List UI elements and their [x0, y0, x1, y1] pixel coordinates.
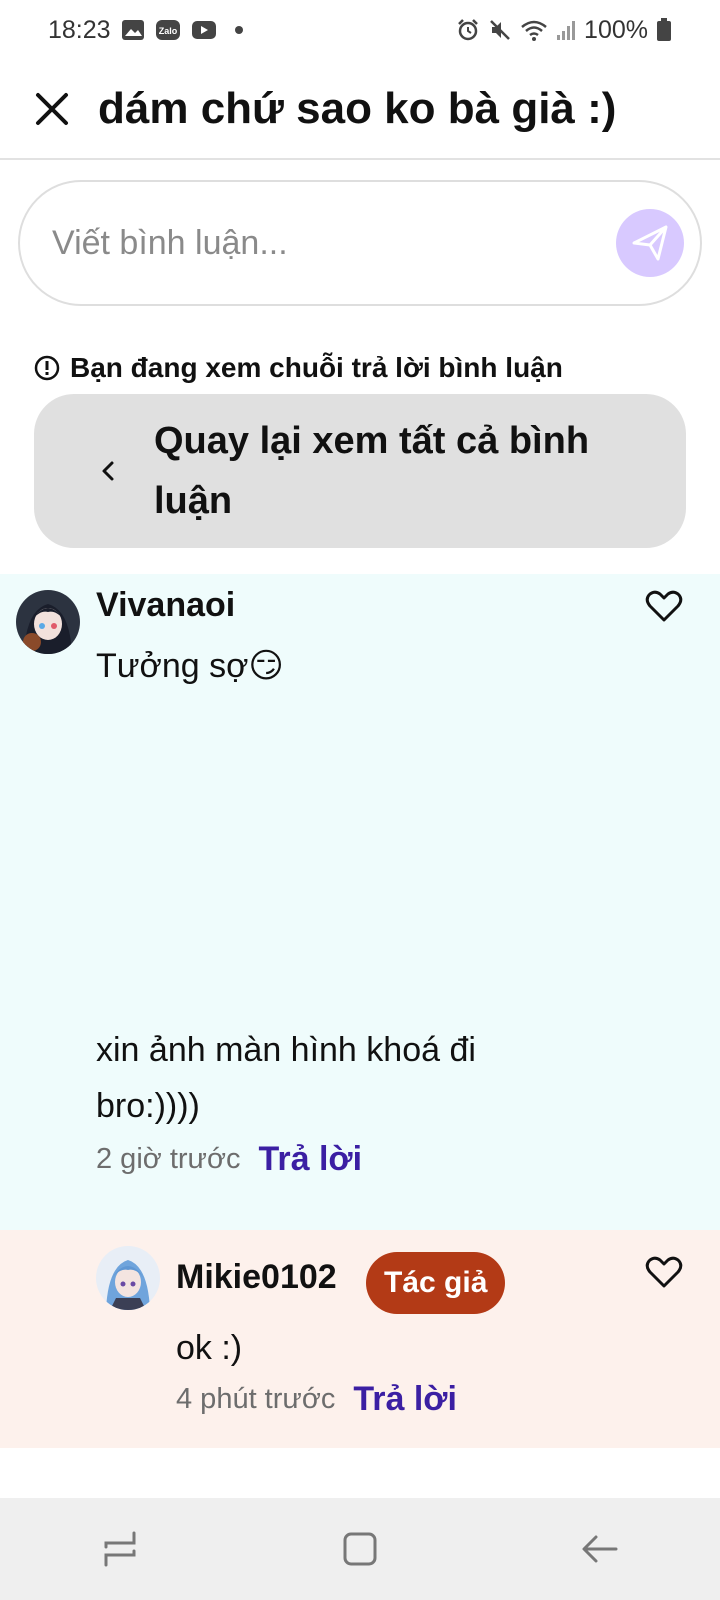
battery-icon	[656, 18, 672, 42]
comment-meta: 2 giờ trước Trả lời	[96, 1140, 362, 1179]
heart-icon	[645, 590, 683, 622]
status-right: 100%	[456, 16, 672, 45]
wifi-icon	[520, 18, 548, 42]
comment-composer	[18, 180, 702, 306]
alarm-icon	[456, 18, 480, 42]
comment-text-line2: xin ảnh màn hình khoá đi bro:))))	[96, 1031, 476, 1125]
reply-link[interactable]: Trả lời	[353, 1380, 457, 1419]
thread-notice: Bạn đang xem chuỗi trả lời bình luận	[34, 352, 563, 384]
status-time: 18:23	[48, 15, 111, 44]
status-left: 18:23 Zalo	[48, 16, 243, 45]
signal-icon	[556, 19, 576, 41]
gallery-icon	[121, 19, 145, 41]
recents-icon	[104, 1531, 136, 1567]
like-button[interactable]	[644, 1252, 684, 1292]
reply-text: ok :)	[176, 1329, 243, 1367]
zalo-icon: Zalo	[155, 19, 181, 41]
reply-link[interactable]: Trả lời	[258, 1140, 362, 1179]
svg-text:Zalo: Zalo	[158, 26, 177, 36]
chevron-left-icon	[100, 459, 140, 483]
reply-username[interactable]: Mikie0102	[176, 1258, 337, 1297]
thread-notice-text: Bạn đang xem chuỗi trả lời bình luận	[70, 352, 563, 383]
comment-timestamp: 2 giờ trước	[96, 1143, 241, 1175]
heart-icon	[645, 1256, 683, 1288]
reply-meta: 4 phút trước Trả lời	[176, 1380, 457, 1419]
status-bar: 18:23 Zalo 100%	[0, 0, 720, 60]
comment-username[interactable]: Vivanaoi	[96, 586, 235, 625]
close-icon	[36, 93, 68, 125]
comment-text-line1: Tưởng sợ😏	[96, 647, 284, 685]
send-icon	[632, 225, 668, 261]
back-button[interactable]	[560, 1509, 640, 1589]
reply-timestamp: 4 phút trước	[176, 1383, 336, 1415]
back-arrow-icon	[582, 1535, 618, 1563]
header: dám chứ sao ko bà già :)	[0, 60, 720, 160]
home-button[interactable]	[320, 1509, 400, 1589]
avatar[interactable]	[96, 1246, 160, 1310]
reply-item: Mikie0102 Tác giả ok :) 4 phút trước Trả…	[0, 1230, 720, 1448]
author-badge: Tác giả	[366, 1252, 506, 1314]
home-icon	[343, 1532, 377, 1566]
send-button[interactable]	[616, 209, 684, 277]
comment-input[interactable]	[52, 223, 616, 263]
system-nav-bar	[0, 1498, 720, 1600]
mute-icon	[488, 18, 512, 42]
back-to-all-comments-button[interactable]: Quay lại xem tất cả bình luận	[34, 394, 686, 548]
youtube-icon	[191, 20, 217, 40]
dot-icon	[234, 26, 243, 34]
info-icon	[34, 355, 60, 381]
page-title: dám chứ sao ko bà già :)	[98, 84, 617, 133]
close-button[interactable]	[22, 79, 82, 139]
like-button[interactable]	[644, 586, 684, 626]
recents-button[interactable]	[80, 1509, 160, 1589]
battery-percent: 100%	[584, 15, 648, 44]
comment-item: Vivanaoi Tưởng sợ😏 xin ảnh màn hình khoá…	[0, 574, 720, 1230]
avatar[interactable]	[16, 590, 80, 654]
back-to-all-comments-label: Quay lại xem tất cả bình luận	[154, 420, 590, 522]
